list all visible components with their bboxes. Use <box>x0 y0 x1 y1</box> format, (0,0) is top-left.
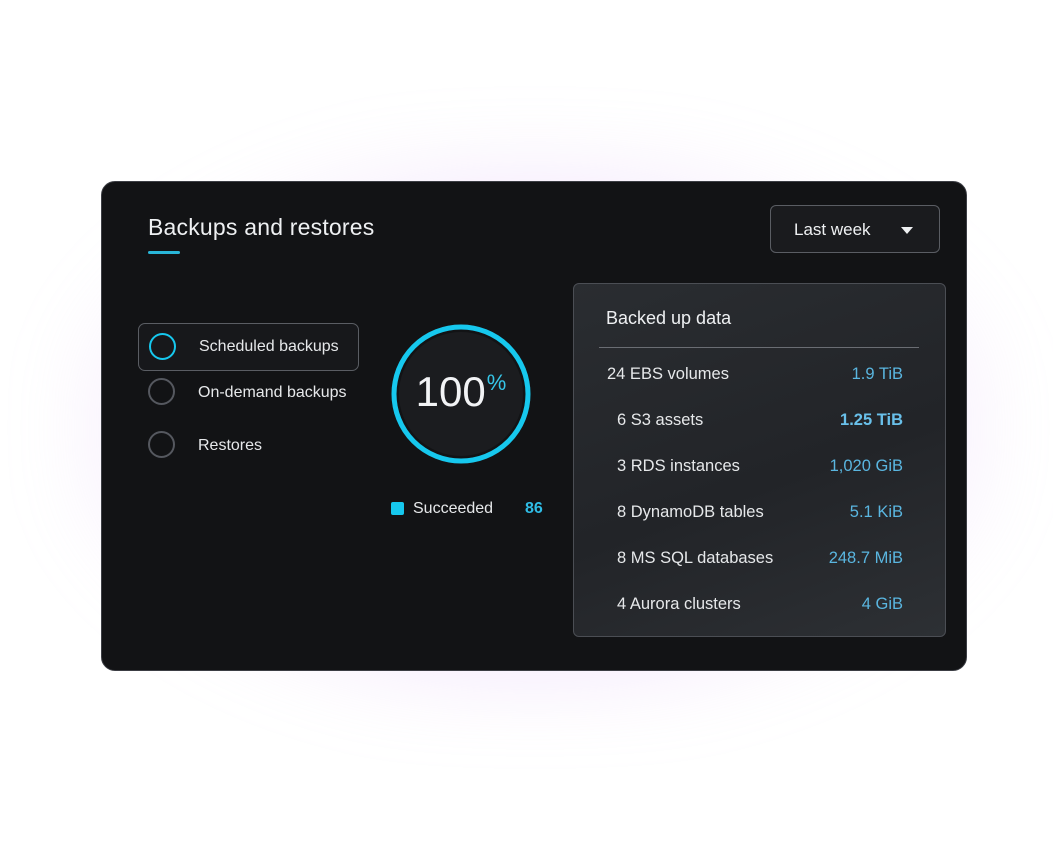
row-value: 248.7 MiB <box>828 549 903 567</box>
row-label: 8 DynamoDB tables <box>617 503 764 521</box>
row-value: 5.1 KiB <box>849 503 903 521</box>
row-label: 8 MS SQL databases <box>617 549 774 567</box>
option-label: Restores <box>198 437 263 454</box>
row-value: 1,020 GiB <box>829 457 903 475</box>
table-row: 24 EBS volumes 1.9 TiB <box>574 365 947 389</box>
radio-icon <box>149 333 176 360</box>
table-row: 8 DynamoDB tables 5.1 KiB <box>574 503 947 527</box>
row-label: 24 EBS volumes <box>607 365 729 383</box>
legend-swatch <box>391 502 404 515</box>
table-row: 6 S3 assets 1.25 TiB <box>574 411 947 435</box>
option-on-demand-backups[interactable]: On-demand backups <box>138 371 359 419</box>
gauge-value: 100 <box>415 368 486 415</box>
gauge-readout: 100% <box>389 368 533 416</box>
chevron-down-icon <box>901 227 913 234</box>
option-label: On-demand backups <box>198 384 347 401</box>
row-label: 6 S3 assets <box>617 411 704 429</box>
row-value: 1.25 TiB <box>840 411 903 429</box>
legend-label: Succeeded <box>413 500 494 517</box>
backed-up-data-panel: Backed up data 24 EBS volumes 1.9 TiB 6 … <box>573 283 946 637</box>
row-value: 4 GiB <box>861 595 903 613</box>
gauge-unit: % <box>486 370 507 395</box>
card-title: Backups and restores <box>148 214 375 240</box>
panel-title: Backed up data <box>606 308 732 328</box>
table-row: 8 MS SQL databases 248.7 MiB <box>574 549 947 573</box>
panel-divider <box>599 347 919 348</box>
row-label: 4 Aurora clusters <box>617 595 741 613</box>
option-label: Scheduled backups <box>199 338 339 355</box>
legend-count: 86 <box>525 500 543 517</box>
table-row: 4 Aurora clusters 4 GiB <box>574 595 947 619</box>
title-underline <box>148 251 180 254</box>
row-value: 1.9 TiB <box>851 365 903 383</box>
radio-icon <box>148 431 175 458</box>
backups-card: Backups and restores Last week Scheduled… <box>101 181 967 671</box>
option-scheduled-backups[interactable]: Scheduled backups <box>138 323 359 371</box>
radio-icon <box>148 378 175 405</box>
row-label: 3 RDS instances <box>617 457 740 475</box>
option-restores[interactable]: Restores <box>138 423 359 471</box>
period-dropdown[interactable]: Last week <box>770 205 940 253</box>
period-dropdown-value: Last week <box>794 220 871 239</box>
table-row: 3 RDS instances 1,020 GiB <box>574 457 947 481</box>
